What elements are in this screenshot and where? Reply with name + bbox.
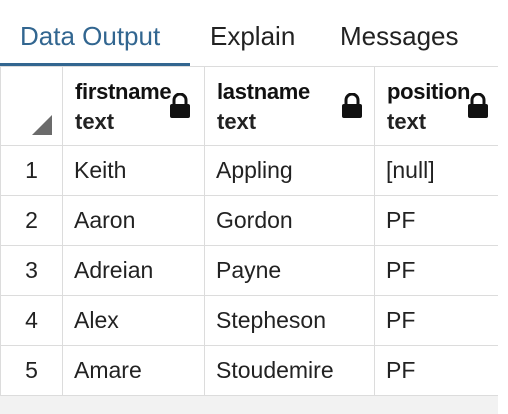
column-header-position[interactable]: position text bbox=[374, 66, 501, 146]
row-number[interactable]: 1 bbox=[0, 145, 63, 196]
results-table: firstname text lastname text position te… bbox=[0, 66, 501, 396]
cell-lastname[interactable]: Gordon bbox=[204, 195, 375, 246]
output-tabbar: Data Output Explain Messages bbox=[0, 8, 508, 67]
data-grid-area: firstname text lastname text position te… bbox=[0, 66, 508, 414]
cell-firstname[interactable]: Aaron bbox=[62, 195, 205, 246]
cell-lastname[interactable]: Payne bbox=[204, 245, 375, 296]
tab-explain[interactable]: Explain bbox=[210, 18, 295, 64]
cell-firstname[interactable]: Adreian bbox=[62, 245, 205, 296]
table-row[interactable]: 2 Aaron Gordon PF bbox=[0, 195, 501, 246]
cell-firstname[interactable]: Amare bbox=[62, 345, 205, 396]
cell-position[interactable]: PF bbox=[374, 295, 501, 346]
header-row: firstname text lastname text position te… bbox=[0, 66, 501, 146]
cell-lastname[interactable]: Appling bbox=[204, 145, 375, 196]
row-number[interactable]: 4 bbox=[0, 295, 63, 346]
lock-icon bbox=[468, 93, 488, 118]
grid-right-edge bbox=[498, 66, 508, 414]
cell-firstname[interactable]: Keith bbox=[62, 145, 205, 196]
table-row[interactable]: 5 Amare Stoudemire PF bbox=[0, 345, 501, 396]
table-row[interactable]: 4 Alex Stepheson PF bbox=[0, 295, 501, 346]
top-edge bbox=[0, 0, 508, 8]
cell-lastname[interactable]: Stepheson bbox=[204, 295, 375, 346]
row-number[interactable]: 3 bbox=[0, 245, 63, 296]
query-output-panel: Data Output Explain Messages firstname t… bbox=[0, 0, 508, 414]
row-number[interactable]: 5 bbox=[0, 345, 63, 396]
cell-position[interactable]: [null] bbox=[374, 145, 501, 196]
lock-icon bbox=[170, 93, 190, 118]
cell-position[interactable]: PF bbox=[374, 345, 501, 396]
cell-position[interactable]: PF bbox=[374, 245, 501, 296]
cell-firstname[interactable]: Alex bbox=[62, 295, 205, 346]
table-row[interactable]: 1 Keith Appling [null] bbox=[0, 145, 501, 196]
table-row[interactable]: 3 Adreian Payne PF bbox=[0, 245, 501, 296]
column-header-firstname[interactable]: firstname text bbox=[62, 66, 205, 146]
select-all-triangle-icon bbox=[32, 115, 52, 135]
select-all-corner[interactable] bbox=[0, 66, 63, 146]
lock-icon bbox=[342, 93, 362, 118]
column-header-lastname[interactable]: lastname text bbox=[204, 66, 375, 146]
tab-data-output[interactable]: Data Output bbox=[20, 18, 160, 64]
row-number[interactable]: 2 bbox=[0, 195, 63, 246]
cell-position[interactable]: PF bbox=[374, 195, 501, 246]
cell-lastname[interactable]: Stoudemire bbox=[204, 345, 375, 396]
tab-messages[interactable]: Messages bbox=[340, 18, 459, 64]
